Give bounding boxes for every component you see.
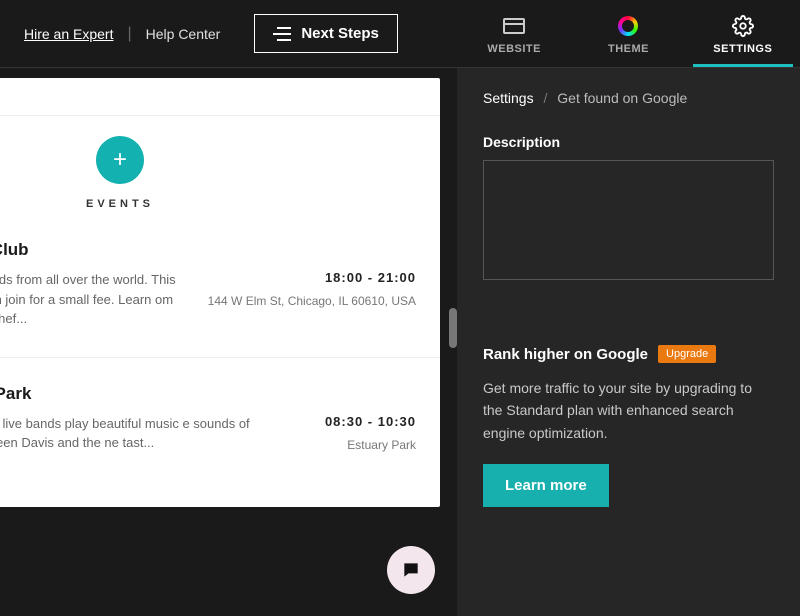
next-steps-button[interactable]: Next Steps bbox=[254, 14, 398, 53]
list-icon bbox=[273, 27, 291, 41]
tab-theme[interactable]: THEME bbox=[578, 5, 678, 67]
tab-settings-label: SETTINGS bbox=[713, 43, 772, 55]
event-description: n foods from all over the world. This u … bbox=[0, 270, 178, 329]
editor-tabs: WEBSITE THEME SETTINGS bbox=[457, 0, 800, 67]
breadcrumb-current: Get found on Google bbox=[557, 90, 687, 106]
chat-icon bbox=[400, 560, 422, 580]
description-label: Description bbox=[483, 134, 774, 150]
tab-website[interactable]: WEBSITE bbox=[464, 5, 564, 67]
settings-panel: Settings / Get found on Google Descripti… bbox=[457, 68, 800, 616]
event-location: Estuary Park bbox=[325, 437, 416, 454]
event-title: er Club bbox=[0, 240, 416, 260]
tab-website-label: WEBSITE bbox=[487, 43, 541, 55]
rank-description: Get more traffic to your site by upgradi… bbox=[483, 377, 774, 444]
upgrade-badge[interactable]: Upgrade bbox=[658, 345, 716, 363]
next-steps-label: Next Steps bbox=[301, 25, 379, 42]
event-title: he Park bbox=[0, 384, 416, 404]
breadcrumb: Settings / Get found on Google bbox=[483, 90, 774, 106]
breadcrumb-root[interactable]: Settings bbox=[483, 90, 534, 106]
domain-bar[interactable]: omain bbox=[0, 78, 440, 116]
learn-more-button[interactable]: Learn more bbox=[483, 464, 609, 507]
help-center-link[interactable]: Help Center bbox=[146, 26, 221, 42]
event-meta: 08:30 - 10:30 Estuary Park bbox=[325, 414, 416, 454]
scrollbar-thumb[interactable] bbox=[449, 308, 457, 348]
add-section-button[interactable]: + bbox=[96, 136, 144, 184]
top-bar: Hire an Expert | Help Center Next Steps … bbox=[0, 0, 800, 68]
description-input[interactable] bbox=[483, 160, 774, 280]
event-meta: 18:00 - 21:00 144 W Elm St, Chicago, IL … bbox=[208, 270, 416, 329]
website-preview-pane: omain + EVENTS er Club n foods from all … bbox=[0, 68, 457, 616]
tab-theme-label: THEME bbox=[608, 43, 649, 55]
tab-settings[interactable]: SETTINGS bbox=[693, 5, 793, 67]
breadcrumb-separator: / bbox=[543, 90, 547, 106]
event-item[interactable]: he Park en to live bands play beautiful … bbox=[0, 384, 440, 482]
events-heading: EVENTS bbox=[0, 198, 440, 210]
event-item[interactable]: er Club n foods from all over the world.… bbox=[0, 240, 440, 358]
event-time: 18:00 - 21:00 bbox=[208, 270, 416, 285]
browser-window-icon bbox=[503, 15, 525, 37]
event-description: en to live bands play beautiful music e … bbox=[0, 414, 295, 454]
gear-icon bbox=[732, 15, 754, 37]
color-wheel-icon bbox=[617, 15, 639, 37]
divider: | bbox=[127, 25, 131, 43]
rank-header: Rank higher on Google Upgrade bbox=[483, 345, 774, 363]
event-time: 08:30 - 10:30 bbox=[325, 414, 416, 429]
site-canvas[interactable]: omain + EVENTS er Club n foods from all … bbox=[0, 78, 440, 507]
hire-expert-link[interactable]: Hire an Expert bbox=[24, 26, 113, 42]
topbar-left: Hire an Expert | Help Center Next Steps bbox=[0, 14, 457, 53]
chat-button[interactable] bbox=[387, 546, 435, 594]
rank-title: Rank higher on Google bbox=[483, 346, 648, 363]
event-location: 144 W Elm St, Chicago, IL 60610, USA bbox=[208, 293, 416, 310]
main-area: omain + EVENTS er Club n foods from all … bbox=[0, 68, 800, 616]
